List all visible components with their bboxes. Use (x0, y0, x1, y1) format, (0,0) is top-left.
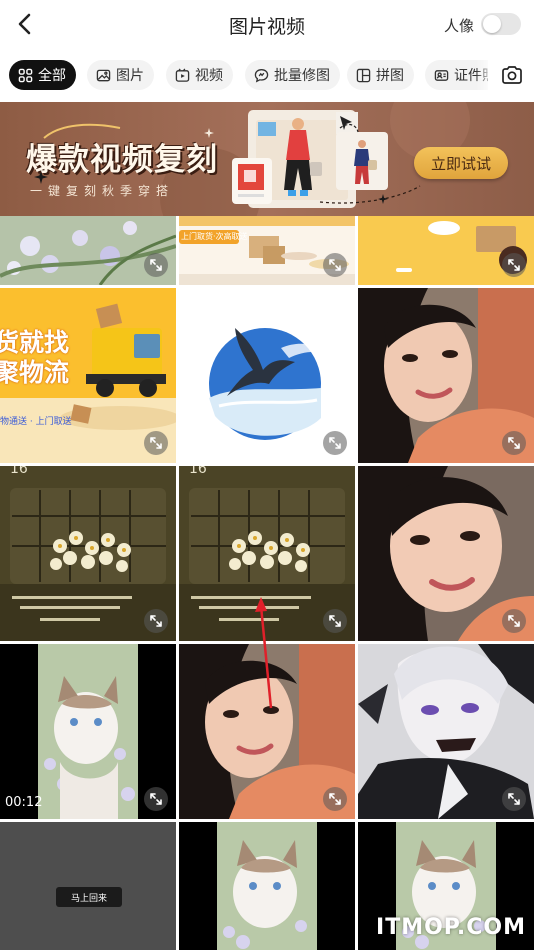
chip-batch-edit[interactable]: 批量修图 (245, 60, 340, 90)
expand-button[interactable] (502, 609, 526, 633)
expand-button[interactable] (144, 609, 168, 633)
chip-label: 全部 (38, 68, 66, 84)
camera-button[interactable] (498, 61, 526, 89)
expand-button[interactable] (323, 609, 347, 633)
portrait-filter-label: 人像 (443, 17, 474, 35)
media-tile[interactable] (358, 288, 534, 463)
id-photo-icon (434, 69, 449, 81)
camera-icon (502, 66, 522, 84)
filter-chips: 全部 图片 视频 批量修图 拼图 证件照 (0, 60, 534, 92)
media-tile[interactable] (179, 644, 355, 819)
media-grid: 上门取货·次高取送 货就找 聚物流 物通送 · 上门取送 16 16 00:12… (0, 216, 534, 950)
expand-icon (329, 793, 341, 805)
media-tile[interactable] (358, 644, 534, 819)
tile-image (179, 822, 355, 950)
chips-fade (476, 60, 494, 92)
media-tile[interactable]: 16 (179, 466, 355, 641)
expand-icon (329, 259, 341, 271)
grid-icon (18, 68, 33, 82)
watermark-text: ITMOP.COM (376, 915, 526, 940)
top-bar: 图片视频 人像 (0, 0, 534, 50)
video-tile[interactable]: 00:12 (0, 644, 176, 819)
expand-icon (329, 437, 341, 449)
banner-headline: 爆款视频复刻 (26, 142, 218, 178)
expand-button[interactable] (502, 787, 526, 811)
tile-promo-text: 货就找 聚物流 (0, 328, 69, 388)
chip-label: 图片 (116, 68, 144, 84)
batch-edit-icon (254, 68, 269, 83)
media-tile[interactable]: 16 (0, 466, 176, 641)
tile-caption: 物通送 · 上门取送 (0, 417, 72, 427)
chip-videos[interactable]: 视频 (166, 60, 233, 90)
expand-icon (508, 259, 520, 271)
portrait-toggle[interactable] (481, 13, 521, 35)
expand-icon (508, 793, 520, 805)
date-text: 16 (10, 466, 28, 477)
chip-images[interactable]: 图片 (87, 60, 154, 90)
chip-label: 拼图 (376, 68, 404, 84)
media-tile[interactable] (358, 466, 534, 641)
video-icon (175, 68, 190, 82)
chip-label: 视频 (195, 68, 223, 84)
expand-button[interactable] (323, 787, 347, 811)
expand-button[interactable] (144, 431, 168, 455)
chip-label: 批量修图 (274, 68, 330, 84)
expand-icon (329, 615, 341, 627)
promo-line: 货就找 (0, 328, 70, 357)
expand-icon (150, 259, 162, 271)
expand-button[interactable] (144, 253, 168, 277)
try-now-button[interactable]: 立即试试 (414, 147, 508, 179)
promo-banner[interactable]: 爆款视频复刻 一键复刻秋季穿搭 立即试试 (0, 102, 534, 216)
chip-all[interactable]: 全部 (9, 60, 76, 90)
expand-icon (508, 437, 520, 449)
expand-icon (150, 437, 162, 449)
promo-line: 聚物流 (0, 358, 70, 387)
media-tile[interactable]: 上门取货·次高取送 (179, 216, 355, 285)
media-tile[interactable]: 货就找 聚物流 物通送 · 上门取送 (0, 288, 176, 463)
expand-icon (150, 615, 162, 627)
expand-button[interactable] (144, 787, 168, 811)
photo-video-page: 图片视频 人像 全部 图片 视频 批量修图 拼图 证件照 爆款视频复刻 一键复刻… (0, 0, 534, 950)
banner-subline: 一键复刻秋季穿搭 (30, 184, 175, 198)
toggle-knob (483, 15, 501, 33)
collage-icon (356, 68, 371, 82)
video-duration: 00:12 (5, 795, 43, 810)
tile-button-text: 马上回来 (56, 887, 122, 907)
media-tile[interactable] (179, 822, 355, 950)
expand-icon (508, 615, 520, 627)
image-icon (96, 69, 111, 81)
expand-button[interactable] (502, 253, 526, 277)
media-tile[interactable] (179, 288, 355, 463)
date-text: 16 (189, 466, 207, 477)
expand-icon (150, 793, 162, 805)
expand-button[interactable] (502, 431, 526, 455)
expand-button[interactable] (323, 253, 347, 277)
media-tile[interactable]: 马上回来 (0, 822, 176, 950)
expand-button[interactable] (323, 431, 347, 455)
media-tile[interactable] (0, 216, 176, 285)
chip-collage[interactable]: 拼图 (347, 60, 414, 90)
tile-caption: 上门取货·次高取送 (181, 232, 248, 241)
media-tile[interactable] (358, 216, 534, 285)
